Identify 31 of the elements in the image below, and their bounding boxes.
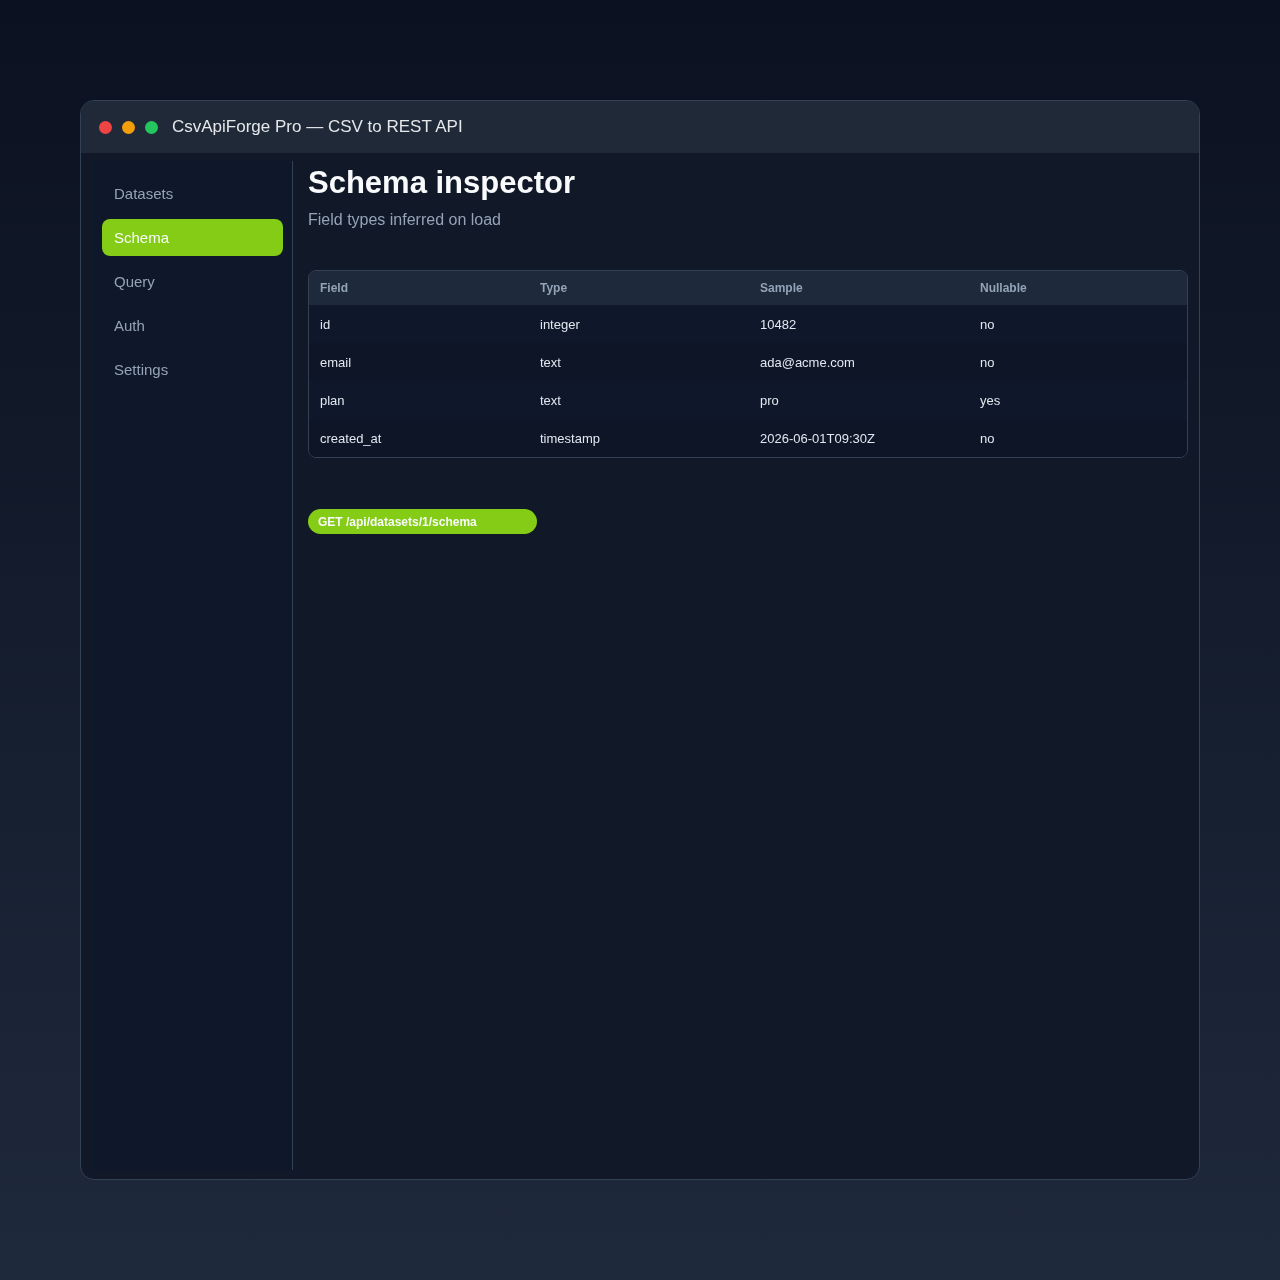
close-icon[interactable] <box>99 120 112 134</box>
table-cell-text: id <box>319 315 332 334</box>
table-cell-text: pro <box>759 391 780 410</box>
page-subtitle: Field types inferred on load <box>308 210 502 229</box>
sidebar-item[interactable]: Auth <box>102 307 283 344</box>
table-cell-text: created_at <box>319 429 383 448</box>
window-title: CsvApiForge Pro — CSV to REST API <box>172 117 463 137</box>
column-header: Field <box>319 280 349 297</box>
table-cell-text: 10482 <box>759 315 798 334</box>
table-cell-text: text <box>539 353 562 372</box>
table-cell-text: timestamp <box>539 429 601 448</box>
minimize-icon[interactable] <box>122 120 135 134</box>
table-cell-text: plan <box>319 391 346 410</box>
table-cell-text: text <box>539 391 562 410</box>
table-cell-text: ada@acme.com <box>759 353 856 372</box>
table-cell-text: email <box>319 353 353 372</box>
table-cell-text: 2026-06-01T09:30Z <box>759 429 876 448</box>
column-header: Sample <box>759 280 804 297</box>
table-cell-text: yes <box>979 391 1002 410</box>
table-cell-text: no <box>979 315 996 334</box>
sidebar-item[interactable]: Datasets <box>102 175 283 212</box>
page-title: Schema inspector <box>308 165 577 201</box>
column-header: Type <box>539 280 569 297</box>
table-cell-text: no <box>979 353 996 372</box>
sidebar-item[interactable]: Settings <box>102 351 283 388</box>
endpoint-badge: GET /api/datasets/1/schema <box>308 509 537 534</box>
table-cell-text: no <box>979 429 996 448</box>
column-header: Nullable <box>979 280 1028 297</box>
maximize-icon[interactable] <box>145 120 158 134</box>
table-cell-text: integer <box>539 315 581 334</box>
sidebar-item[interactable]: Query <box>102 263 283 300</box>
